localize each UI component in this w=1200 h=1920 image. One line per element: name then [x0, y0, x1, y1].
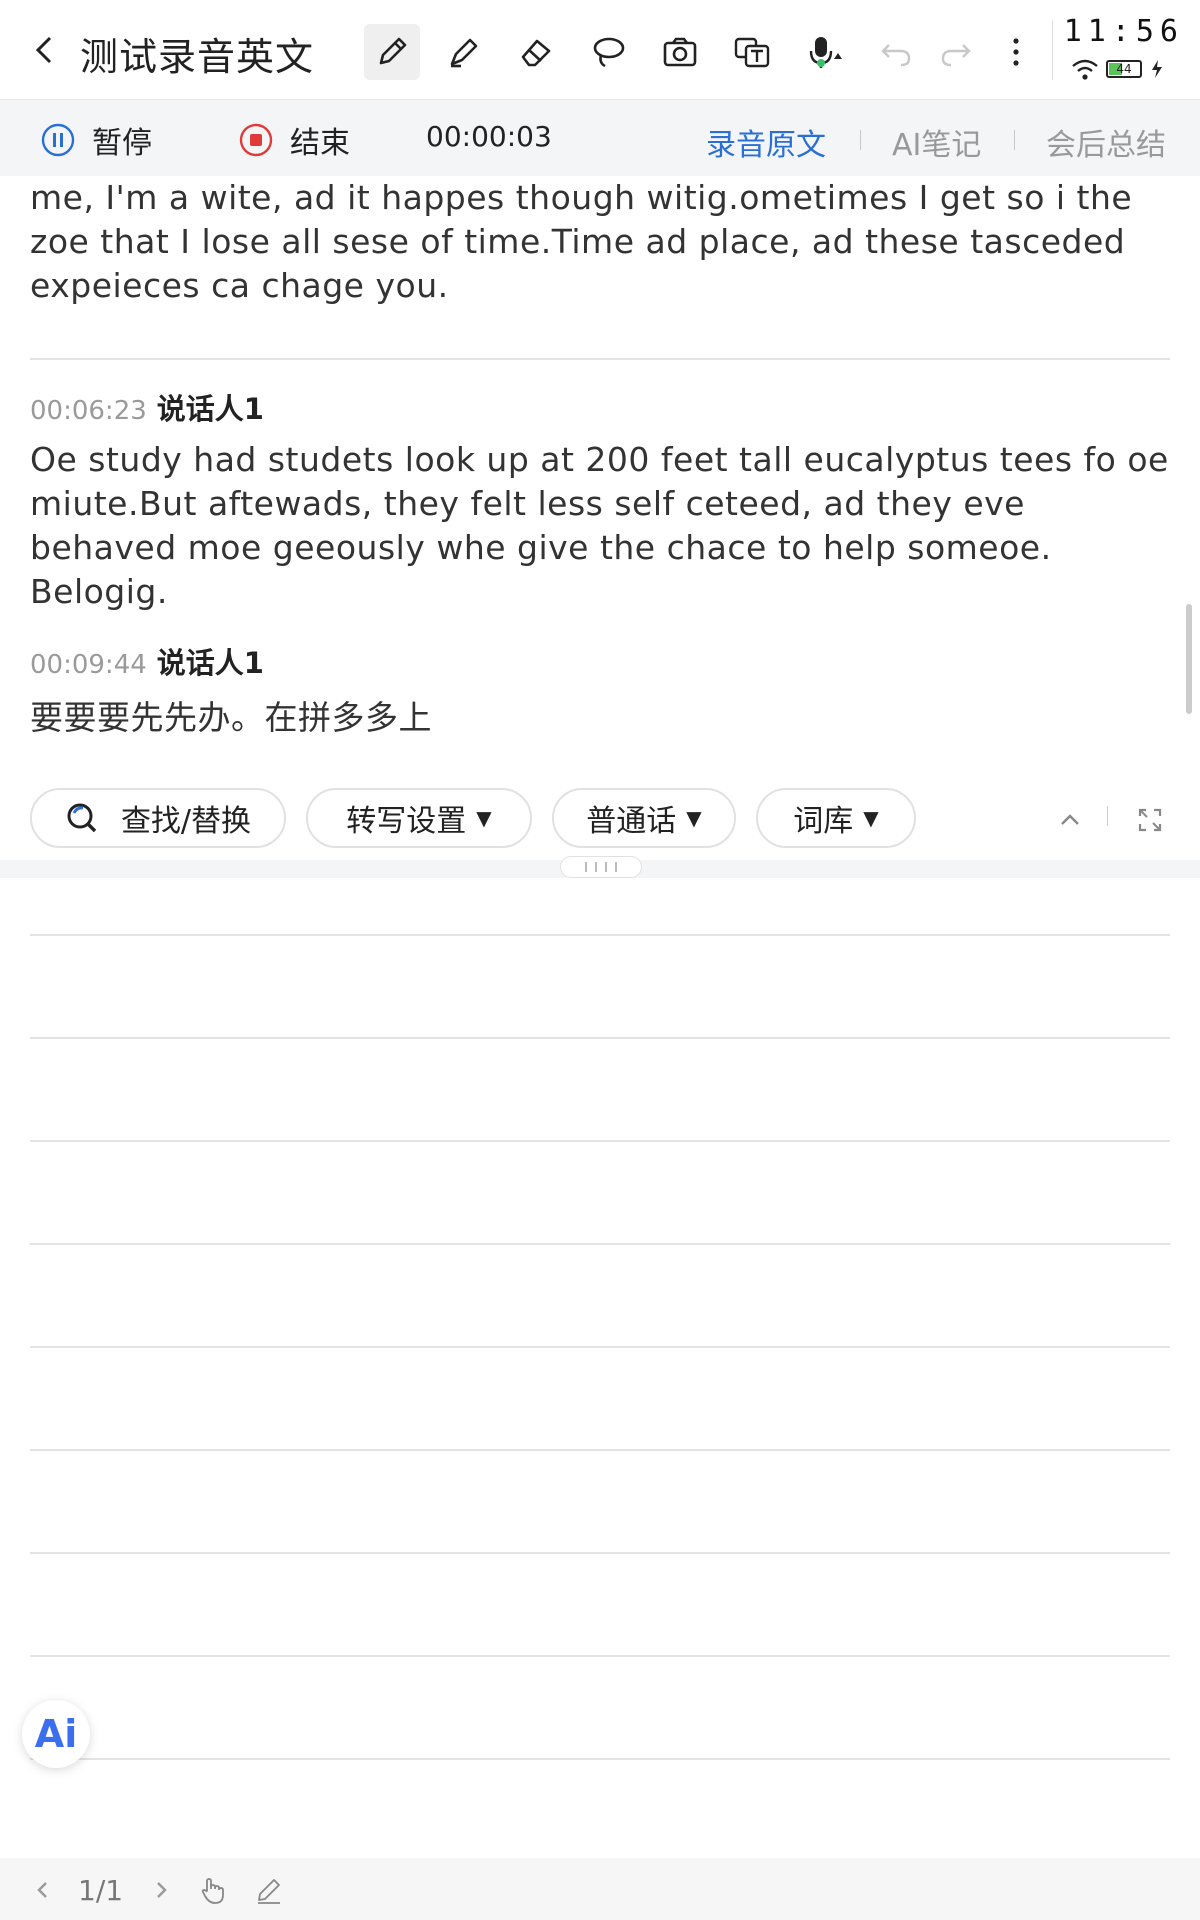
- transcribe-settings-dropdown[interactable]: 转写设置 ▼: [306, 788, 532, 848]
- fullscreen-icon[interactable]: [1132, 802, 1168, 838]
- lexicon-label: 词库: [793, 804, 854, 839]
- recording-bar: 暂停 结束 00:00:03 录音原文 AI笔记 会后总结: [0, 100, 1200, 176]
- chevron-left-icon: [37, 1882, 47, 1898]
- pencil-icon: [258, 1879, 280, 1904]
- ai-assistant-button[interactable]: Ai: [22, 1700, 90, 1768]
- transcript-toolbar: 查找/替换 转写设置 ▼ 普通话 ▼ 词库 ▼: [0, 782, 1200, 858]
- note-line: [30, 1449, 1170, 1451]
- redo-button[interactable]: [928, 24, 984, 80]
- eraser-icon: [521, 39, 551, 67]
- note-line: [30, 1037, 1170, 1039]
- redo-icon: [941, 44, 971, 67]
- ai-label: Ai: [34, 1712, 78, 1756]
- caret-down-icon: ▼: [863, 806, 879, 830]
- page-title: 测试录音英文: [80, 35, 315, 79]
- top-toolbar: 测试录音英文 11:56 44: [0, 0, 1200, 100]
- stop-label: 结束: [290, 126, 350, 161]
- page-navigation-bar: 1/1: [0, 1858, 1200, 1920]
- language-dropdown[interactable]: 普通话 ▼: [552, 788, 736, 848]
- note-line: [30, 1346, 1170, 1348]
- transcript-text: Oe study had studets look up at 200 feet…: [30, 440, 1169, 611]
- pause-button[interactable]: 暂停: [40, 118, 152, 162]
- charging-icon: [1152, 60, 1162, 78]
- search-icon: [67, 803, 97, 833]
- eraser-tool-button[interactable]: [508, 24, 564, 80]
- note-line: [30, 1140, 1170, 1142]
- prev-page-button[interactable]: [28, 1870, 58, 1910]
- lexicon-dropdown[interactable]: 词库 ▼: [756, 788, 916, 848]
- stop-icon: [239, 123, 273, 157]
- hand-tool-button[interactable]: [198, 1870, 228, 1910]
- tab-summary[interactable]: 会后总结: [1046, 120, 1166, 164]
- find-replace-button[interactable]: 查找/替换: [30, 788, 286, 848]
- note-line: [30, 1758, 1170, 1760]
- clock: 11:56: [1063, 14, 1184, 49]
- page-indicator: 1/1: [78, 1873, 124, 1907]
- language-label: 普通话: [586, 804, 677, 839]
- transcript-text: me, I'm a wite, ad it happes though witi…: [30, 178, 1133, 305]
- scrollbar[interactable]: [1186, 604, 1192, 714]
- transcribe-settings-label: 转写设置: [346, 804, 467, 839]
- tab-separator: [860, 130, 861, 150]
- toolbar-separator: [1107, 806, 1108, 826]
- edit-button[interactable]: [254, 1870, 284, 1910]
- highlighter-icon: [450, 38, 478, 68]
- transcript-text: 要要要先先办。在拼多多上: [30, 698, 432, 737]
- recording-timer: 00:00:03: [426, 120, 552, 153]
- segment-header: 00:06:23 说话人1: [30, 386, 1170, 428]
- lasso-tool-button[interactable]: [580, 24, 636, 80]
- pause-label: 暂停: [92, 126, 152, 161]
- next-page-button[interactable]: [146, 1870, 176, 1910]
- wifi-icon: [1072, 59, 1098, 80]
- hand-icon: [201, 1878, 224, 1904]
- chevron-right-icon: [157, 1882, 167, 1898]
- toolbar-separator: [1052, 20, 1053, 80]
- translate-button[interactable]: [724, 24, 780, 80]
- highlighter-tool-button[interactable]: [436, 24, 492, 80]
- note-line: [30, 934, 1170, 936]
- chevron-left-icon[interactable]: [24, 28, 64, 72]
- battery-percent: 44: [1116, 62, 1132, 76]
- caret-down-icon: ▼: [476, 806, 492, 830]
- tab-separator: [1014, 130, 1015, 150]
- speaker-label[interactable]: 说话人1: [157, 640, 264, 682]
- note-line: [30, 1552, 1170, 1554]
- note-line: [30, 1243, 1170, 1245]
- segment-header: 00:09:44 说话人1: [30, 640, 1170, 682]
- stop-button[interactable]: 结束: [238, 118, 350, 162]
- app-root: 测试录音英文 11:56 44 暂停 结束 00:00:03 录音原文 AI笔记…: [0, 0, 1200, 1920]
- segment-timestamp[interactable]: 00:09:44: [30, 650, 147, 680]
- undo-button[interactable]: [868, 24, 924, 80]
- segment-divider: [30, 358, 1170, 360]
- find-replace-label: 查找/替换: [120, 804, 252, 839]
- speaker-label[interactable]: 说话人1: [157, 386, 264, 428]
- camera-button[interactable]: [652, 24, 708, 80]
- caret-down-icon: ▼: [686, 806, 702, 830]
- pause-icon: [41, 123, 75, 157]
- pen-icon: [379, 37, 407, 65]
- resize-handle[interactable]: [560, 856, 642, 878]
- translate-icon: [734, 37, 770, 68]
- undo-icon: [881, 44, 911, 67]
- tab-transcript[interactable]: 录音原文: [706, 120, 826, 164]
- camera-icon: [663, 37, 697, 67]
- transcript-panel[interactable]: me, I'm a wite, ad it happes though witi…: [30, 176, 1170, 746]
- tab-ai-notes[interactable]: AI笔记: [892, 120, 981, 164]
- segment-timestamp[interactable]: 00:06:23: [30, 396, 147, 426]
- more-icon: [1013, 38, 1019, 66]
- lasso-icon: [593, 37, 625, 68]
- microphone-icon: [809, 37, 842, 68]
- note-line: [30, 1655, 1170, 1657]
- microphone-button[interactable]: [796, 24, 852, 80]
- more-button[interactable]: [988, 24, 1044, 80]
- pen-tool-button[interactable]: [364, 24, 420, 80]
- collapse-icon[interactable]: [1052, 802, 1088, 838]
- battery-icon: 44: [1106, 60, 1142, 78]
- status-bar: 11:56 44: [1064, 14, 1184, 86]
